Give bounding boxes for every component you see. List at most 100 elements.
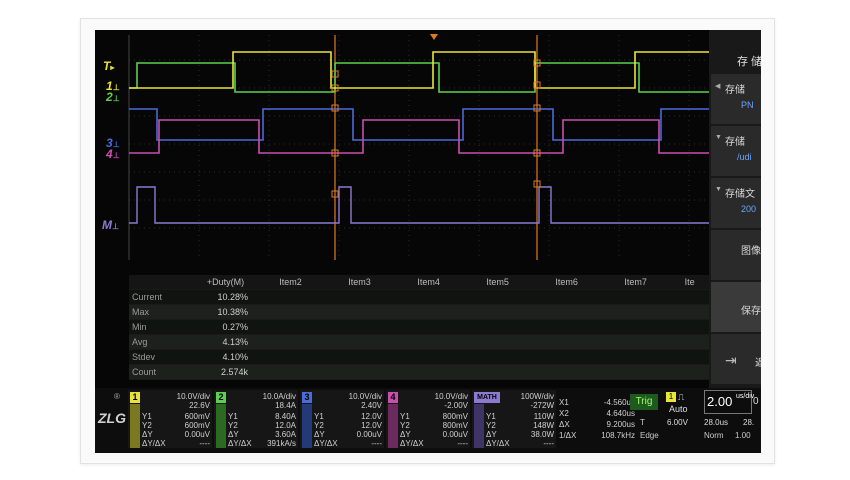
menu-item-save-path[interactable]: ▼ 存储 /udi: [711, 126, 761, 176]
meas-header-2[interactable]: Item2: [256, 275, 326, 290]
ch2-y1-label: Y1: [228, 412, 238, 421]
ch4-badge: 4: [388, 392, 398, 403]
ch4-scale: 10.0V/div: [434, 392, 468, 401]
menu-item-image[interactable]: 图像: [711, 230, 761, 280]
menu-title: 存 储: [737, 56, 761, 68]
cursor-dx-value: 9.200us: [606, 420, 635, 429]
sample-rate: 1.00: [735, 431, 751, 440]
inv-dx-label: 1/ΔX: [559, 431, 577, 440]
meas-header-8[interactable]: Ite: [670, 275, 709, 290]
ch2-y2-label: Y2: [228, 421, 238, 430]
chevron-left-icon: ◀: [715, 83, 721, 90]
row-label: Stdev: [129, 349, 195, 365]
trig-status-badge[interactable]: Trig: [630, 394, 658, 410]
row-value: 10.28%: [195, 289, 256, 305]
ch4-slope-label: ΔY/ΔX: [400, 439, 424, 448]
ch2-badge: 2: [216, 392, 226, 403]
edge-icon: ⎍: [678, 392, 685, 402]
ch4-offset: -2.00V: [444, 401, 468, 410]
ch4-marker-label: 4: [106, 147, 113, 161]
math-info[interactable]: MATH 100W/div -272W Y1 110W Y2 148W ΔY 3…: [472, 390, 556, 448]
registered-mark-icon: ®: [114, 392, 120, 401]
math-marker-label: M: [102, 218, 112, 232]
trigger-level-label: T: [640, 418, 645, 427]
meas-header-4[interactable]: Item4: [394, 275, 464, 290]
row-value: 2.574k: [195, 364, 256, 380]
trigger-position-marker: [430, 34, 438, 40]
ch1-color-bar: [130, 404, 140, 448]
ch1-y2-label: Y2: [142, 421, 152, 430]
menu-item-value: /udi: [737, 152, 752, 162]
save-button[interactable]: 保存: [711, 282, 761, 332]
back-button[interactable]: ⇥ 返: [711, 334, 761, 384]
ch3-badge: 3: [302, 392, 312, 403]
ch3-offset: 2.40V: [361, 401, 382, 410]
ch3-slope: ----: [371, 439, 382, 448]
math-y2: 148W: [533, 421, 554, 430]
meas-header-3[interactable]: Item3: [325, 275, 395, 290]
table-row: Avg 4.13%: [129, 334, 709, 350]
timebase-control[interactable]: 2.00 us/div: [704, 390, 754, 414]
trigger-source-badge: 1: [666, 392, 676, 402]
meas-header-1[interactable]: +Duty(M): [195, 275, 256, 290]
ch3-dy: 0.00uV: [356, 430, 382, 439]
chevron-down-icon: ▼: [715, 186, 722, 193]
ch3-y2-label: Y2: [314, 421, 324, 430]
ch2-info[interactable]: 2 10.0A/div 18.4A Y1 8.40A Y2 12.0A ΔY 3…: [214, 390, 298, 448]
ch4-y2: 800mV: [442, 421, 468, 430]
ch3-slope-label: ΔY/ΔX: [314, 439, 338, 448]
menu-item-label: 存储: [725, 137, 745, 148]
cursor-readout[interactable]: X1 -4.560us X2 4.640us ΔX 9.200us 1/ΔX 1…: [557, 390, 637, 448]
ch3-dy-label: ΔY: [314, 430, 325, 439]
meas-header-5[interactable]: Item5: [463, 275, 533, 290]
ch1-y2: 600mV: [184, 421, 210, 430]
ch4-marker[interactable]: 4⊥: [106, 147, 120, 161]
ch3-y2: 12.0V: [361, 421, 382, 430]
row-label: Min: [129, 319, 195, 335]
trigger-level-value: 6.00V: [667, 418, 688, 427]
ch4-info[interactable]: 4 10.0V/div -2.00V Y1 800mV Y2 800mV ΔY …: [386, 390, 470, 448]
cursor-inv-dx-value: 108.7kHz: [601, 431, 635, 440]
menu-item-file-name[interactable]: ▼ 存储文 200: [711, 178, 761, 228]
math-marker[interactable]: M⊥: [102, 218, 119, 232]
math-waveform: [129, 186, 709, 224]
ch1-info[interactable]: 1 10.0V/div 22.6V Y1 600mV Y2 600mV ΔY 0…: [128, 390, 212, 448]
ch3-y1: 12.0V: [361, 412, 382, 421]
math-y1-label: Y1: [486, 412, 496, 421]
ch1-slope: ----: [199, 439, 210, 448]
math-offset: -272W: [530, 401, 554, 410]
menu-item-label: 图像: [741, 246, 761, 257]
trigger-level-marker[interactable]: T▸: [103, 59, 114, 73]
ch2-marker[interactable]: 2⊥: [106, 90, 120, 104]
math-y1: 110W: [533, 412, 554, 421]
horizontal-delay: 28.0us: [704, 418, 729, 427]
measurement-table: +Duty(M) Item2 Item3 Item4 Item5 Item6 I…: [129, 275, 709, 405]
ch4-y2-label: Y2: [400, 421, 410, 430]
math-color-bar: [474, 404, 484, 448]
ch1-waveform: [129, 51, 709, 89]
ch2-slope: 391kA/s: [267, 439, 296, 448]
menu-item-value: 200: [741, 204, 757, 214]
math-scale: 100W/div: [520, 392, 554, 401]
ch4-y1-label: Y1: [400, 412, 410, 421]
meas-header-6[interactable]: Item6: [532, 275, 602, 290]
ch2-dy: 3.60A: [275, 430, 296, 439]
menu-item-save-type[interactable]: ◀ 存储 PN: [711, 74, 761, 124]
ch1-y1-label: Y1: [142, 412, 152, 421]
math-slope: ----: [543, 439, 554, 448]
table-row: Current 10.28%: [129, 289, 709, 305]
menu-item-label: 存储文: [725, 189, 755, 200]
waveform-plot: [128, 34, 709, 260]
row-label: Avg: [129, 334, 195, 350]
exit-icon: ⇥: [725, 352, 737, 368]
trigger-mode[interactable]: Auto: [669, 404, 688, 414]
ch3-info[interactable]: 3 10.0V/div 2.40V Y1 12.0V Y2 12.0V ΔY 0…: [300, 390, 384, 448]
ch3-y1-label: Y1: [314, 412, 324, 421]
waveform-area[interactable]: T▸ 1⊥ 2⊥ 3⊥ 4⊥ M⊥: [95, 30, 709, 260]
math-badge: MATH: [474, 392, 500, 403]
back-button-label: 返: [755, 358, 761, 369]
ch2-y2: 12.0A: [275, 421, 296, 430]
meas-header-7[interactable]: Item7: [601, 275, 671, 290]
dx-label: ΔX: [559, 420, 570, 429]
table-row: Max 10.38%: [129, 304, 709, 320]
